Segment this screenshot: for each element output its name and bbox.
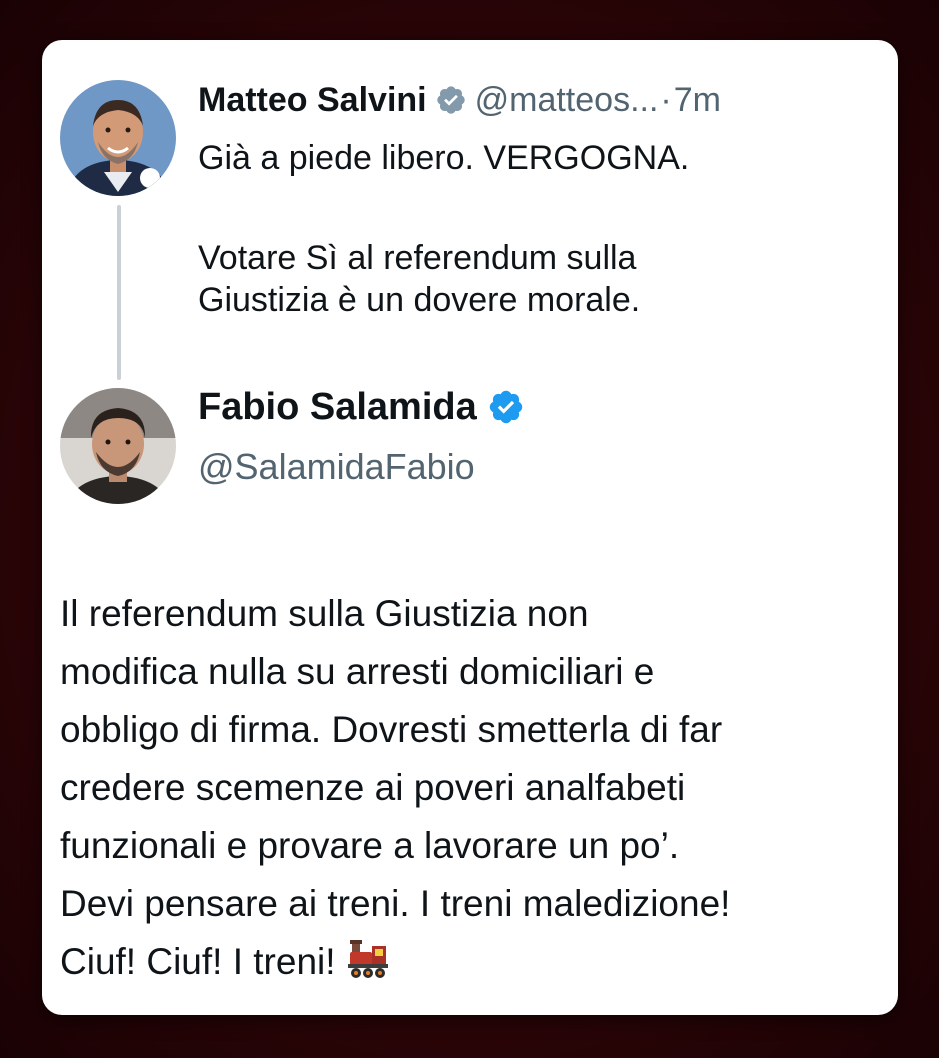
steam-locomotive-icon (346, 939, 392, 997)
reply-text-line: Devi pensare ai treni. I treni maledizio… (60, 883, 731, 924)
thread-connector-line (117, 205, 121, 380)
tweet-timestamp[interactable]: 7m (674, 80, 721, 120)
reply-text-line: Ciuf! Ciuf! I treni! (60, 941, 336, 982)
reply-text-line: credere scemenze ai poveri analfabeti (60, 767, 686, 808)
reply-author-row: Fabio Salamida (198, 385, 525, 429)
quoted-text-line: Giustizia è un dovere morale. (198, 281, 641, 319)
reply-text-line: modifica nulla su arresti domiciliari e (60, 651, 655, 692)
quoted-author-name[interactable]: Matteo Salvini (198, 80, 427, 120)
reply-tweet-text: Il referendum sulla Giustizia non modifi… (60, 585, 885, 997)
quoted-tweet-text: Già a piede libero. VERGOGNA. Votare Sì … (198, 137, 858, 321)
reply-text-line: obbligo di firma. Dovresti smetterla di … (60, 709, 723, 750)
verified-badge-icon (435, 84, 467, 116)
tweet-card: Matteo Salvini @matteos... · 7m Già a pi… (42, 40, 898, 1015)
separator-dot: · (660, 81, 672, 119)
avatar-fabio-salamida[interactable] (60, 388, 176, 504)
verified-badge-icon (487, 388, 525, 426)
quoted-tweet-header: Matteo Salvini @matteos... · 7m (198, 80, 721, 120)
quoted-text-line: Votare Sì al referendum sulla (198, 239, 637, 277)
avatar-matteo-salvini[interactable] (60, 80, 176, 196)
reply-text-line: funzionali e provare a lavorare un po’. (60, 825, 680, 866)
reply-text-line-last: Ciuf! Ciuf! I treni! (60, 933, 885, 997)
quoted-author-handle[interactable]: @matteos... (475, 80, 659, 120)
reply-author-handle[interactable]: @SalamidaFabio (198, 445, 475, 489)
reply-author-name[interactable]: Fabio Salamida (198, 386, 477, 429)
quoted-text-line: Già a piede libero. VERGOGNA. (198, 139, 690, 177)
reply-text-line: Il referendum sulla Giustizia non (60, 593, 589, 634)
